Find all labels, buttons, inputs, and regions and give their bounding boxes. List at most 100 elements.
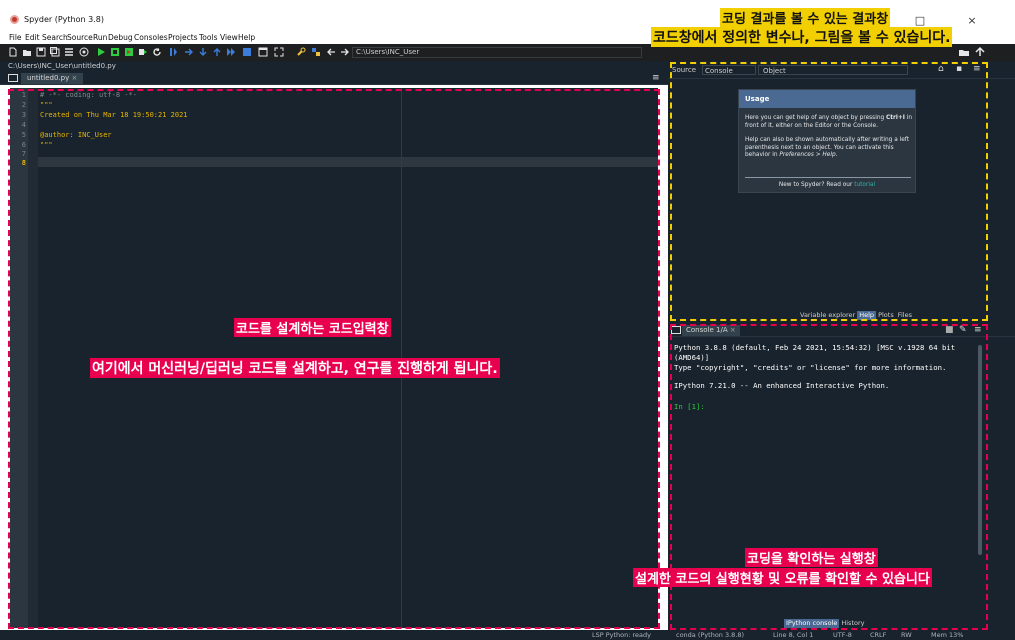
python-path-icon[interactable] xyxy=(311,47,321,57)
step-icon[interactable] xyxy=(184,47,194,57)
menu-view[interactable]: View xyxy=(220,33,238,42)
list-icon[interactable] xyxy=(64,47,74,57)
editor-annotation-desc: 여기에서 머신러닝/딥러닝 코드를 설계하고, 연구를 진행하게 됩니다. xyxy=(90,358,500,378)
working-directory-input[interactable]: C:\Users\INC_User xyxy=(352,47,642,58)
object-label: Object xyxy=(763,67,786,75)
tab-help[interactable]: Help xyxy=(857,311,877,320)
close-tab-icon[interactable]: × xyxy=(72,74,78,82)
help-annotation-desc: 코드창에서 정의한 변수나, 그림을 볼 수 있습니다. xyxy=(651,27,953,47)
preferences-path: Preferences > Help xyxy=(779,152,836,158)
stop-kernel-icon[interactable]: ■ xyxy=(945,325,954,335)
maximize-pane-icon[interactable] xyxy=(258,47,268,57)
menu-projects[interactable]: Projects xyxy=(168,33,198,42)
tutorial-link[interactable]: tutorial xyxy=(854,182,875,188)
code-line-1[interactable]: # -*- coding: utf-8 -*- xyxy=(40,91,137,99)
home-icon[interactable]: ⌂ xyxy=(938,64,944,74)
usage-text-1: Here you can get help of any object by p… xyxy=(745,115,913,130)
tab-history[interactable]: History xyxy=(839,619,866,628)
parent-directory-icon[interactable] xyxy=(974,46,986,58)
line-number: 5 xyxy=(21,131,26,139)
code-line-3[interactable]: Created on Thu Mar 18 19:50:21 2021 xyxy=(40,111,188,119)
eol-status: CRLF xyxy=(870,631,887,639)
close-button[interactable]: × xyxy=(964,13,980,29)
code-line-5[interactable]: @author: INC_User xyxy=(40,131,112,139)
menu-file[interactable]: File xyxy=(9,33,22,42)
object-input[interactable]: Object xyxy=(758,65,908,75)
line-number: 4 xyxy=(21,121,26,129)
browse-consoles-icon[interactable] xyxy=(671,326,681,334)
save-icon[interactable] xyxy=(36,47,46,57)
menu-consoles[interactable]: Consoles xyxy=(134,33,168,42)
close-console-tab-icon[interactable]: × xyxy=(730,326,736,334)
new-file-icon[interactable] xyxy=(8,47,18,57)
current-line-highlight xyxy=(38,157,658,167)
help-annotation-title: 코딩 결과를 볼 수 있는 결과창 xyxy=(720,8,891,27)
menu-debug[interactable]: Debug xyxy=(108,33,133,42)
code-line-6[interactable]: """ xyxy=(40,141,53,149)
editor-tab-bar: untitled0.py × ≡ xyxy=(0,71,668,85)
continue-icon[interactable] xyxy=(226,47,236,57)
menu-source[interactable]: Source xyxy=(67,33,93,42)
tab-files[interactable]: Files xyxy=(896,311,914,320)
usage-footer-text: New to Spyder? Read our xyxy=(778,182,855,188)
open-folder-icon[interactable] xyxy=(22,47,32,57)
forward-arrow-icon[interactable] xyxy=(340,47,350,57)
back-arrow-icon[interactable] xyxy=(326,47,336,57)
lsp-status: LSP Python: ready xyxy=(592,631,652,639)
menu-tools[interactable]: Tools xyxy=(199,33,217,42)
source-combo[interactable]: Console xyxy=(702,65,756,75)
console-prompt[interactable]: In [1]: xyxy=(674,402,705,411)
step-return-icon[interactable] xyxy=(212,47,222,57)
line-number-area: 1 2 3 4 5 6 7 8 xyxy=(10,88,28,628)
step-into-icon[interactable] xyxy=(198,47,208,57)
console-tab-label: Console 1/A xyxy=(686,326,728,334)
run-cell-icon[interactable] xyxy=(110,47,120,57)
source-label: Source xyxy=(672,66,697,74)
fullscreen-icon[interactable] xyxy=(274,47,284,57)
console-options-menu-icon[interactable]: ≡ xyxy=(974,325,982,335)
usage-divider xyxy=(745,177,911,178)
tab-ipython-console[interactable]: IPython console xyxy=(784,619,840,628)
help-toolbar: Source Console Object ⌂ ▪ ≡ xyxy=(668,61,1015,79)
tab-untitled0[interactable]: untitled0.py × xyxy=(21,73,84,84)
stop-debug-icon[interactable] xyxy=(242,47,252,57)
wrench-icon[interactable] xyxy=(296,47,306,57)
line-number: 2 xyxy=(21,101,26,109)
cursor-position: Line 8, Col 1 xyxy=(773,631,814,639)
shortcut-key: Ctrl+I xyxy=(886,115,905,121)
debug-icon[interactable] xyxy=(168,47,178,57)
rerun-icon[interactable] xyxy=(152,47,162,57)
conda-env-status: conda (Python 3.8.8) xyxy=(676,631,745,639)
run-cell-advance-icon[interactable] xyxy=(124,47,134,57)
line-number: 1 xyxy=(21,91,26,99)
run-icon[interactable] xyxy=(96,47,106,57)
editor-options-menu-icon[interactable]: ≡ xyxy=(652,74,662,83)
run-selection-icon[interactable] xyxy=(138,47,148,57)
menu-run[interactable]: Run xyxy=(93,33,107,42)
spyder-logo-icon xyxy=(10,15,19,24)
editor-annotation-title: 코드를 설계하는 코드입력창 xyxy=(234,318,391,337)
line-number: 3 xyxy=(21,111,26,119)
usage-text-1a: Here you can get help of any object by p… xyxy=(745,115,887,121)
rw-status: RW xyxy=(901,631,912,639)
tab-variable-explorer[interactable]: Variable explorer xyxy=(798,311,857,320)
menu-help[interactable]: Help xyxy=(238,33,255,42)
console-annotation-title: 코딩을 확인하는 실행창 xyxy=(745,548,878,567)
code-line-2[interactable]: """ xyxy=(40,101,53,109)
browse-folder-icon[interactable] xyxy=(958,46,970,58)
browse-tabs-icon[interactable] xyxy=(8,74,18,82)
tab-console-1a[interactable]: Console 1/A × xyxy=(682,325,740,336)
at-icon[interactable] xyxy=(79,47,89,57)
line-number: 7 xyxy=(21,150,26,158)
usage-text-2b: . xyxy=(835,152,838,158)
save-all-icon[interactable] xyxy=(50,47,60,57)
console-scrollbar[interactable] xyxy=(978,345,982,555)
help-options-menu-icon[interactable]: ≡ xyxy=(973,64,981,74)
help-pane-tabs: Variable explorer Help Plots Files xyxy=(798,311,914,320)
menu-search[interactable]: Search xyxy=(42,33,68,42)
lock-icon[interactable]: ▪ xyxy=(956,64,962,74)
tab-plots[interactable]: Plots xyxy=(876,311,896,320)
line-number-active: 8 xyxy=(21,159,26,167)
menu-edit[interactable]: Edit xyxy=(25,33,40,42)
clear-console-icon[interactable]: ✎ xyxy=(959,325,967,335)
